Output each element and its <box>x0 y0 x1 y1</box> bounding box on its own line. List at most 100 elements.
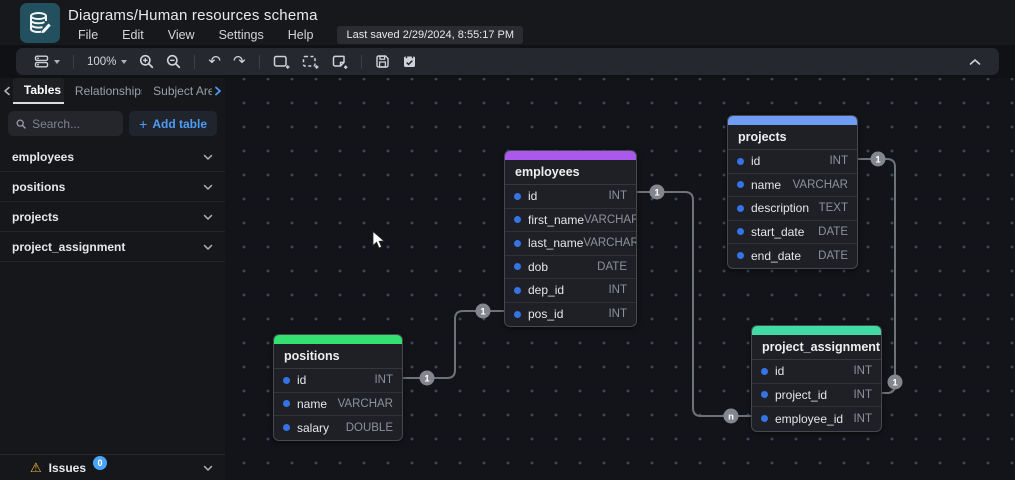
field-type: DATE <box>818 225 848 238</box>
field-type: INT <box>608 190 627 203</box>
field-row-dep_id[interactable]: dep_id INT <box>505 279 636 303</box>
zoom-level-dropdown[interactable]: 100% <box>81 53 133 71</box>
tab-tables[interactable]: Tables <box>12 78 64 104</box>
field-row-id[interactable]: id INT <box>728 150 857 174</box>
field-row-id[interactable]: id INT <box>505 185 636 209</box>
issues-count-badge: 0 <box>93 455 108 470</box>
zoom-in-button[interactable] <box>133 51 160 72</box>
add-table-label: Add table <box>152 116 207 131</box>
save-button[interactable] <box>369 51 396 72</box>
field-row-end_date[interactable]: end_date DATE <box>728 244 857 268</box>
field-row-employee_id[interactable]: employee_id INT <box>752 407 881 431</box>
cardinality-badge: 1 <box>475 303 491 319</box>
field-row-pos_id[interactable]: pos_id INT <box>505 303 636 327</box>
field-name: name <box>297 396 328 411</box>
todo-button[interactable] <box>396 51 423 72</box>
field-name: last_name <box>528 236 584 251</box>
relationship-positions-employees[interactable] <box>403 310 504 379</box>
field-dot-icon <box>514 310 521 318</box>
collapse-toolbar-button[interactable] <box>963 55 987 69</box>
app-logo[interactable] <box>20 3 60 43</box>
menu-item-settings[interactable]: Settings <box>209 26 274 44</box>
tabs-scroll-left-button[interactable] <box>2 78 13 104</box>
field-row-salary[interactable]: salary DOUBLE <box>274 416 402 440</box>
field-type: INT <box>608 308 627 321</box>
menu-item-edit[interactable]: Edit <box>112 26 154 44</box>
tab-relationships[interactable]: Relationships <box>64 78 142 104</box>
cardinality-badge: n <box>723 408 739 424</box>
sidebar-table-list: employees positions projects project_assign… <box>0 142 225 454</box>
redo-button[interactable]: ↷ <box>227 52 252 71</box>
diagram-menu-button[interactable] <box>28 51 66 72</box>
add-area-button[interactable] <box>296 51 325 73</box>
table-name-label: project_assignment <box>12 239 126 254</box>
field-name: id <box>775 364 785 379</box>
field-dot-icon <box>737 157 744 165</box>
entity-table-projects[interactable]: projects id INT name VARCHAR description TEXT s… <box>727 115 858 269</box>
field-type: DOUBLE <box>345 421 393 434</box>
field-row-name[interactable]: name VARCHAR <box>728 174 857 197</box>
entity-table-project_assignment[interactable]: project_assignment id INT project_id INT empl… <box>751 325 882 432</box>
svg-text:1: 1 <box>875 154 881 165</box>
search-row: + Add table <box>0 104 225 142</box>
cardinality-badge: 1 <box>649 184 665 200</box>
entity-table-employees[interactable]: employees id INT first_name VARCHAR last_name… <box>504 150 637 327</box>
field-name: dep_id <box>528 283 565 298</box>
add-table-toolbar-button[interactable] <box>267 51 296 73</box>
field-row-id[interactable]: id INT <box>274 369 402 393</box>
chevron-right-icon <box>214 86 221 96</box>
todo-checklist-icon <box>403 56 415 67</box>
field-row-description[interactable]: description TEXT <box>728 197 857 221</box>
field-row-dob[interactable]: dob DATE <box>505 256 636 279</box>
search-input[interactable] <box>32 116 116 131</box>
add-note-button[interactable] <box>325 51 354 73</box>
sidebar-item-project_assignment[interactable]: project_assignment <box>0 232 225 262</box>
chevron-down-icon <box>54 59 60 64</box>
tab-subject-are[interactable]: Subject Are <box>142 78 212 104</box>
search-box[interactable] <box>8 111 124 136</box>
sidebar-item-employees[interactable]: employees <box>0 142 225 172</box>
entity-table-positions[interactable]: positions id INT name VARCHAR salary DOUBLE <box>273 334 403 441</box>
page-title: Diagrams/Human resources schema <box>68 7 318 24</box>
field-dot-icon <box>283 400 290 408</box>
table-name-label: positions <box>12 179 66 194</box>
field-row-start_date[interactable]: start_date DATE <box>728 221 857 244</box>
add-table-button[interactable]: + Add table <box>129 111 217 136</box>
menu-item-file[interactable]: File <box>68 26 108 44</box>
table-accent-bar <box>728 116 857 125</box>
sidebar-item-positions[interactable]: positions <box>0 172 225 202</box>
field-row-id[interactable]: id INT <box>752 360 881 384</box>
field-type: VARCHAR <box>792 178 848 191</box>
field-row-first_name[interactable]: first_name VARCHAR <box>505 209 636 232</box>
menu-item-help[interactable]: Help <box>278 26 324 44</box>
issues-label: Issues <box>48 460 87 475</box>
field-row-project_id[interactable]: project_id INT <box>752 384 881 407</box>
add-area-icon <box>302 55 318 69</box>
undo-button[interactable]: ↶ <box>202 52 227 71</box>
table-title: projects <box>728 125 857 150</box>
field-dot-icon <box>283 376 290 384</box>
canvas[interactable]: 111n11 employees id INT first_name VARCHAR la… <box>225 78 1015 480</box>
field-row-name[interactable]: name VARCHAR <box>274 393 402 416</box>
field-type: INT <box>853 412 872 425</box>
toolbar-divider <box>73 54 74 69</box>
toolbar-divider <box>194 54 196 69</box>
search-icon <box>16 119 26 129</box>
field-row-last_name[interactable]: last_name VARCHAR <box>505 232 636 256</box>
field-type: DATE <box>818 249 848 262</box>
save-icon <box>375 55 389 68</box>
field-dot-icon <box>514 286 521 294</box>
sidebar-item-projects[interactable]: projects <box>0 202 225 232</box>
field-name: project_id <box>775 387 828 402</box>
field-type: INT <box>829 155 848 168</box>
tabs-scroll-right-button[interactable] <box>212 78 223 104</box>
table-title: positions <box>274 344 402 369</box>
zoom-out-button[interactable] <box>160 51 187 72</box>
menu-bar: File Edit View Settings Help Last saved 2/29/… <box>68 26 524 44</box>
field-type: DATE <box>597 260 627 273</box>
main-area: TablesRelationshipsSubject Are + Add tab… <box>0 78 1015 480</box>
chevron-down-icon <box>203 208 213 226</box>
issues-bar[interactable]: ⚠ Issues 0 <box>0 454 225 480</box>
table-name-label: employees <box>12 149 75 164</box>
menu-item-view[interactable]: View <box>158 26 205 44</box>
